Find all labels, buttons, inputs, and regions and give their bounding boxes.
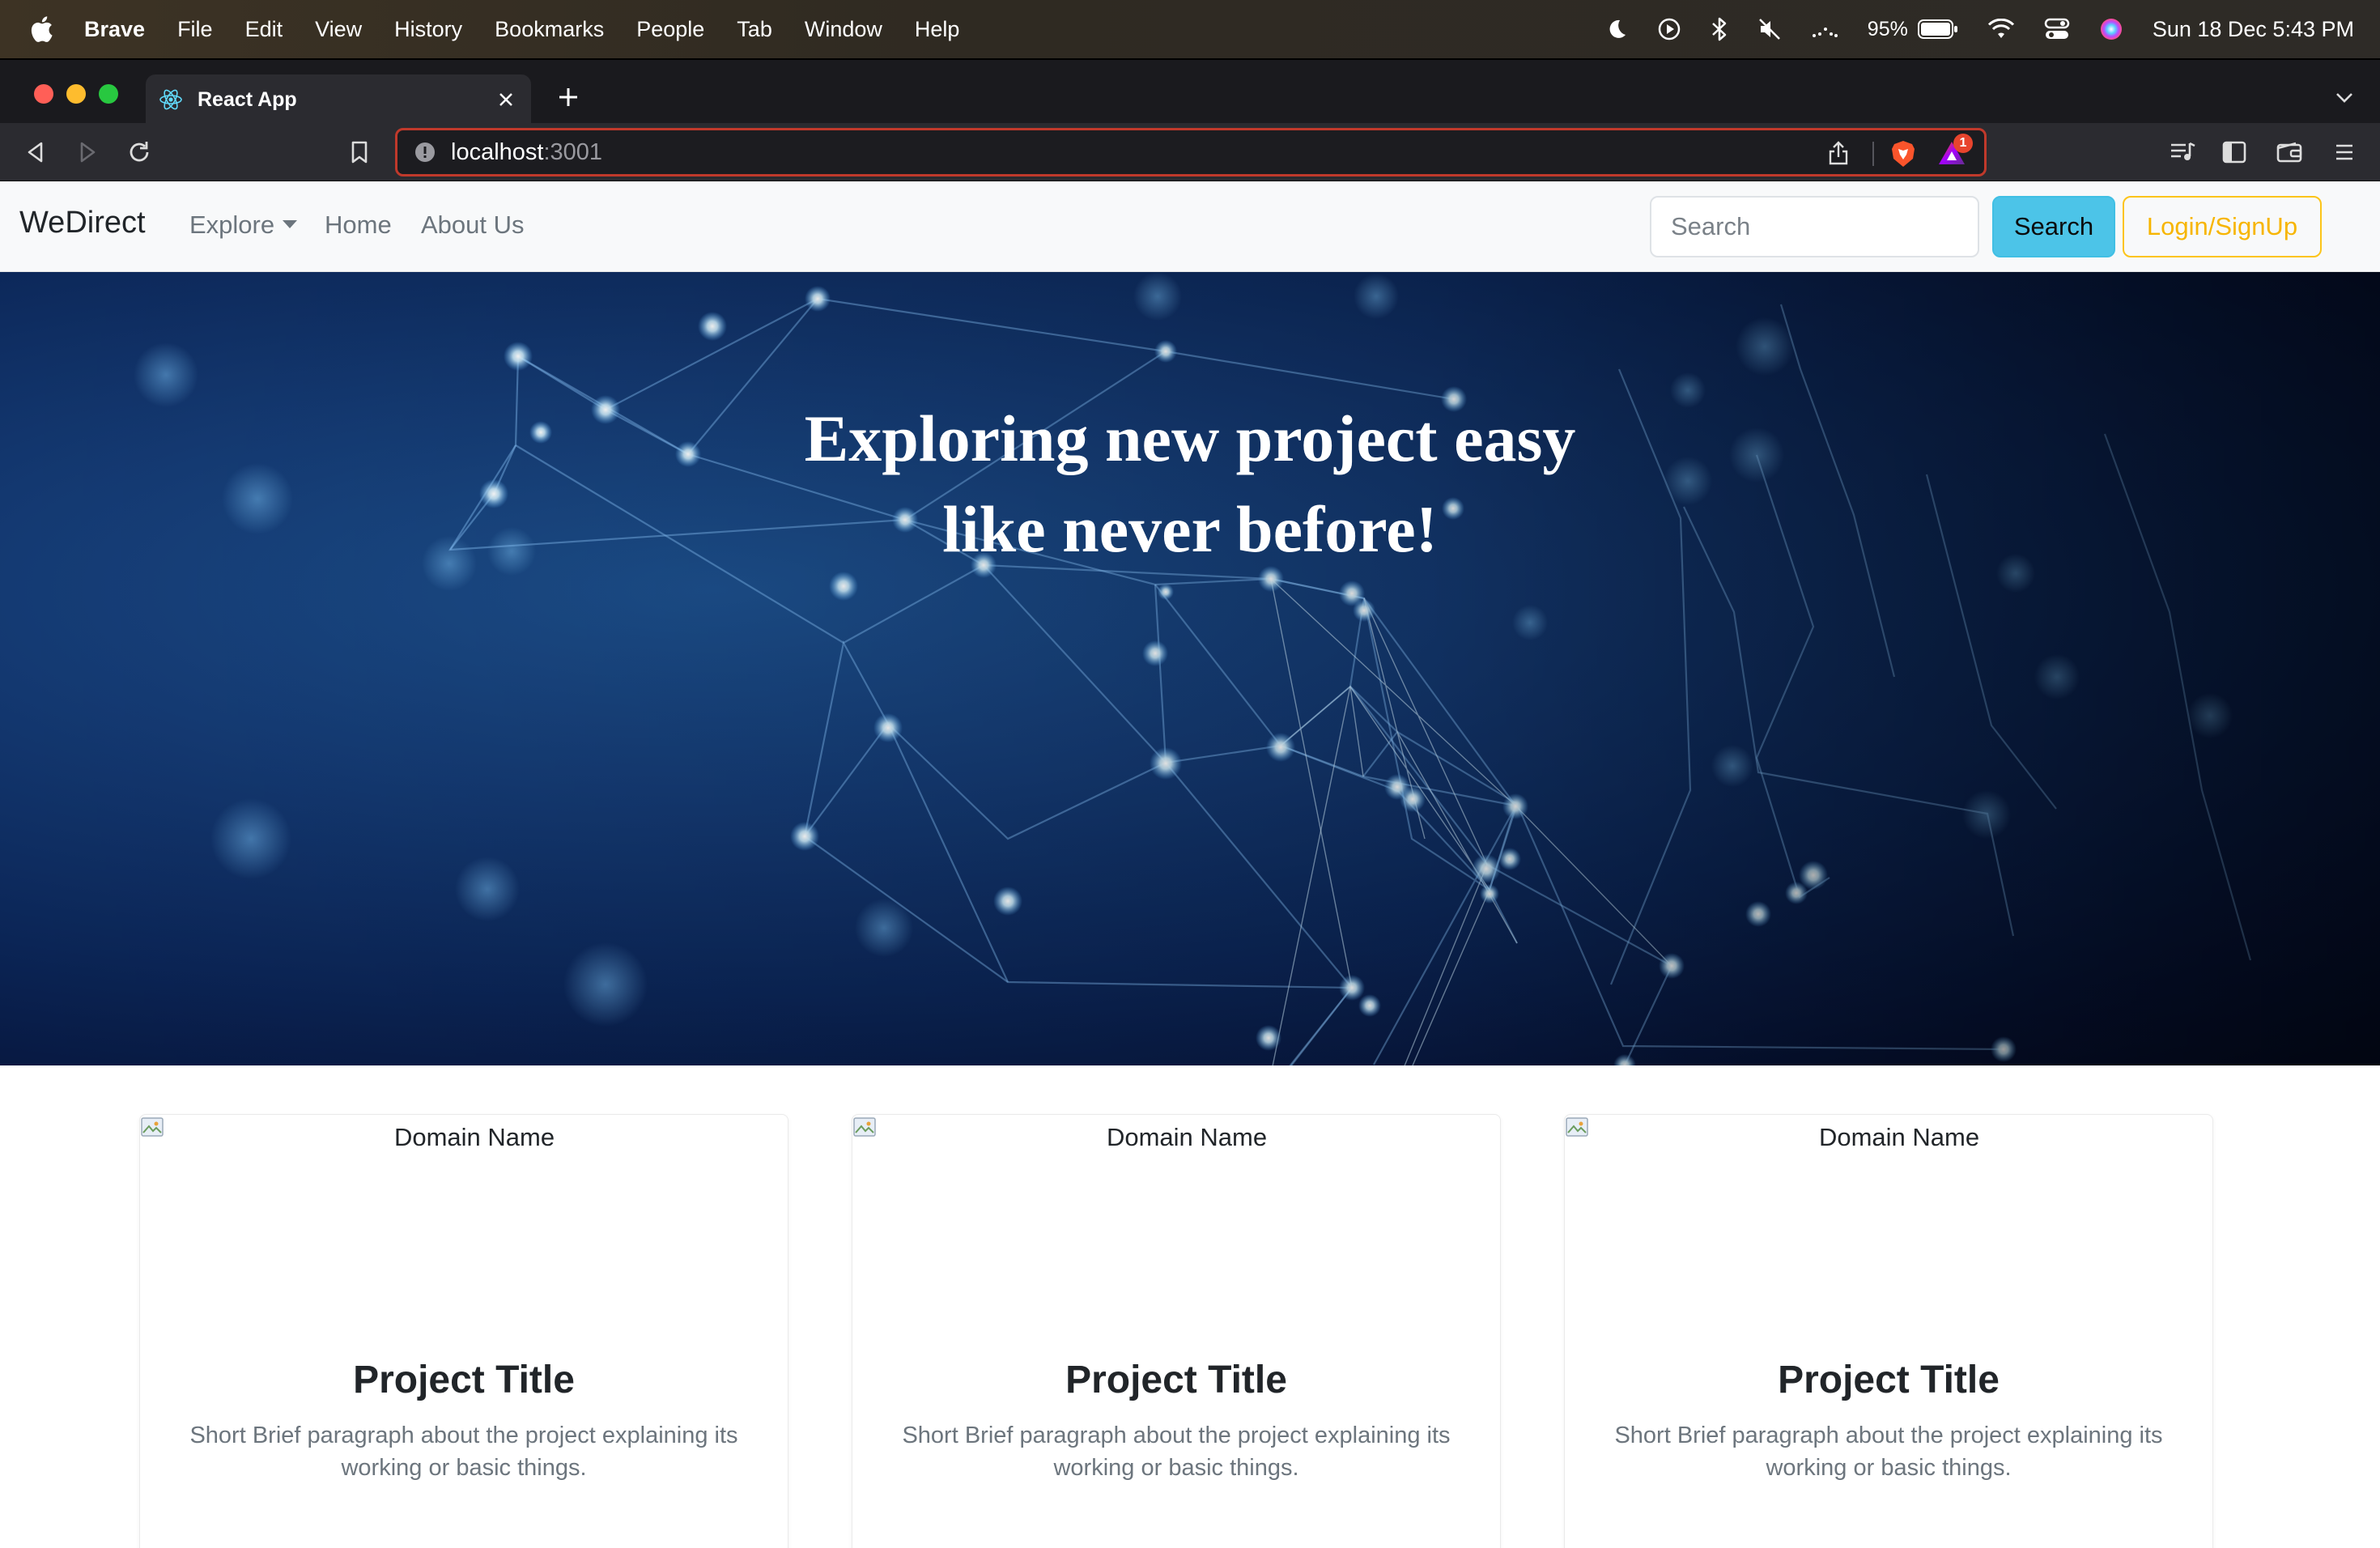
bookmark-icon[interactable] [343, 136, 376, 168]
window-close-button[interactable] [34, 84, 53, 104]
search-button[interactable]: Search [1992, 196, 2115, 257]
battery-percent: 95% [1867, 17, 1908, 40]
caret-down-icon [283, 219, 298, 228]
rewards-badge: 1 [1953, 134, 1973, 153]
project-card[interactable]: Domain Name Project Title Short Brief pa… [1564, 1114, 2213, 1548]
menu-bookmarks[interactable]: Bookmarks [495, 17, 604, 42]
macos-menu-bar: Brave File Edit View History Bookmarks P… [0, 0, 2380, 58]
hero-banner: Exploring new project easy like never be… [0, 272, 2380, 1065]
wallet-icon[interactable] [2273, 136, 2306, 168]
hero-title-line-1: Exploring new project easy [804, 402, 1576, 475]
forward-icon[interactable] [71, 136, 104, 168]
nav-explore-dropdown[interactable]: Explore [189, 211, 298, 240]
url-host: localhost [451, 138, 544, 165]
react-favicon-icon [157, 86, 185, 113]
window-zoom-button[interactable] [99, 84, 118, 104]
wifi-dots-icon[interactable] [1811, 0, 1838, 58]
card-image-alt-text: Domain Name [393, 1123, 555, 1151]
page-viewport: WeDirect Explore Home About Us Search Lo… [0, 181, 2380, 1548]
browser-tab-strip: React App [0, 58, 2380, 125]
card-text: Short Brief paragraph about the project … [1614, 1423, 2163, 1481]
project-cards-section: Domain Name Project Title Short Brief pa… [0, 1065, 2380, 1548]
search-input[interactable] [1650, 196, 1979, 257]
url-text: localhost:3001 [451, 139, 602, 166]
brand-logo[interactable]: WeDirect [19, 206, 146, 240]
bluetooth-icon[interactable] [1711, 0, 1728, 58]
project-card[interactable]: Domain Name Project Title Short Brief pa… [139, 1114, 788, 1548]
menu-view[interactable]: View [315, 17, 362, 42]
speaker-muted-icon[interactable] [1757, 0, 1782, 58]
network-background-image [0, 272, 2380, 1065]
card-text: Short Brief paragraph about the project … [189, 1423, 738, 1481]
site-info-icon[interactable] [414, 141, 436, 164]
card-image-alt-text: Domain Name [1106, 1123, 1268, 1151]
menu-people[interactable]: People [636, 17, 704, 42]
hero-title-line-2: like never before! [942, 492, 1438, 566]
play-circle-icon[interactable] [1657, 0, 1681, 58]
card-image-placeholder: Domain Name [1565, 1115, 2214, 1309]
siri-icon[interactable] [2099, 0, 2123, 58]
card-title: Project Title [1065, 1359, 1287, 1401]
nav-home[interactable]: Home [325, 211, 392, 240]
sidebar-toggle-icon[interactable] [2218, 136, 2250, 168]
menu-help[interactable]: Help [915, 17, 960, 42]
card-image-placeholder: Domain Name [852, 1115, 1502, 1309]
playlist-icon[interactable] [2166, 136, 2199, 168]
card-image-placeholder: Domain Name [140, 1115, 789, 1309]
tab-close-icon[interactable] [491, 84, 521, 115]
wifi-icon[interactable] [1987, 0, 2015, 58]
card-text: Short Brief paragraph about the project … [902, 1423, 1451, 1481]
hero-title: Exploring new project easy like never be… [0, 393, 2380, 575]
nav-explore-label: Explore [189, 211, 275, 239]
reload-icon[interactable] [123, 136, 155, 168]
new-tab-plus-icon[interactable] [552, 81, 584, 113]
tab-title: React App [198, 87, 297, 111]
menu-edit[interactable]: Edit [245, 17, 283, 42]
menubar-clock[interactable]: Sun 18 Dec 5:43 PM [2153, 17, 2354, 42]
main-menu-icon[interactable] [2328, 136, 2361, 168]
apple-logo-icon[interactable] [31, 16, 55, 42]
menu-app-name[interactable]: Brave [84, 17, 145, 42]
login-signup-button[interactable]: Login/SignUp [2123, 196, 2322, 257]
address-divider [1872, 142, 1874, 166]
card-title: Project Title [1778, 1359, 2000, 1401]
share-icon[interactable] [1825, 140, 1851, 166]
url-port: :3001 [543, 138, 603, 165]
site-navbar: WeDirect Explore Home About Us Search Lo… [0, 181, 2380, 272]
menu-file[interactable]: File [177, 17, 213, 42]
back-icon[interactable] [19, 136, 52, 168]
menu-window[interactable]: Window [805, 17, 882, 42]
browser-toolbar: localhost:3001 1 [0, 123, 2380, 181]
control-center-icon[interactable] [2044, 0, 2070, 58]
menu-history[interactable]: History [394, 17, 462, 42]
window-minimize-button[interactable] [66, 84, 86, 104]
brave-rewards-icon[interactable]: 1 [1936, 134, 1973, 169]
browser-tab-active[interactable]: React App [146, 74, 531, 125]
project-card[interactable]: Domain Name Project Title Short Brief pa… [852, 1114, 1501, 1548]
card-title: Project Title [353, 1359, 575, 1401]
nav-about-us[interactable]: About Us [421, 211, 525, 240]
brave-shields-icon[interactable] [1889, 138, 1918, 169]
address-bar[interactable]: localhost:3001 1 [395, 128, 1987, 176]
moon-icon[interactable] [1605, 0, 1628, 58]
card-image-alt-text: Domain Name [1818, 1123, 1980, 1151]
battery-icon[interactable] [1917, 0, 1958, 58]
menu-tab[interactable]: Tab [737, 17, 772, 42]
tab-search-chevron-icon[interactable] [2330, 83, 2359, 112]
